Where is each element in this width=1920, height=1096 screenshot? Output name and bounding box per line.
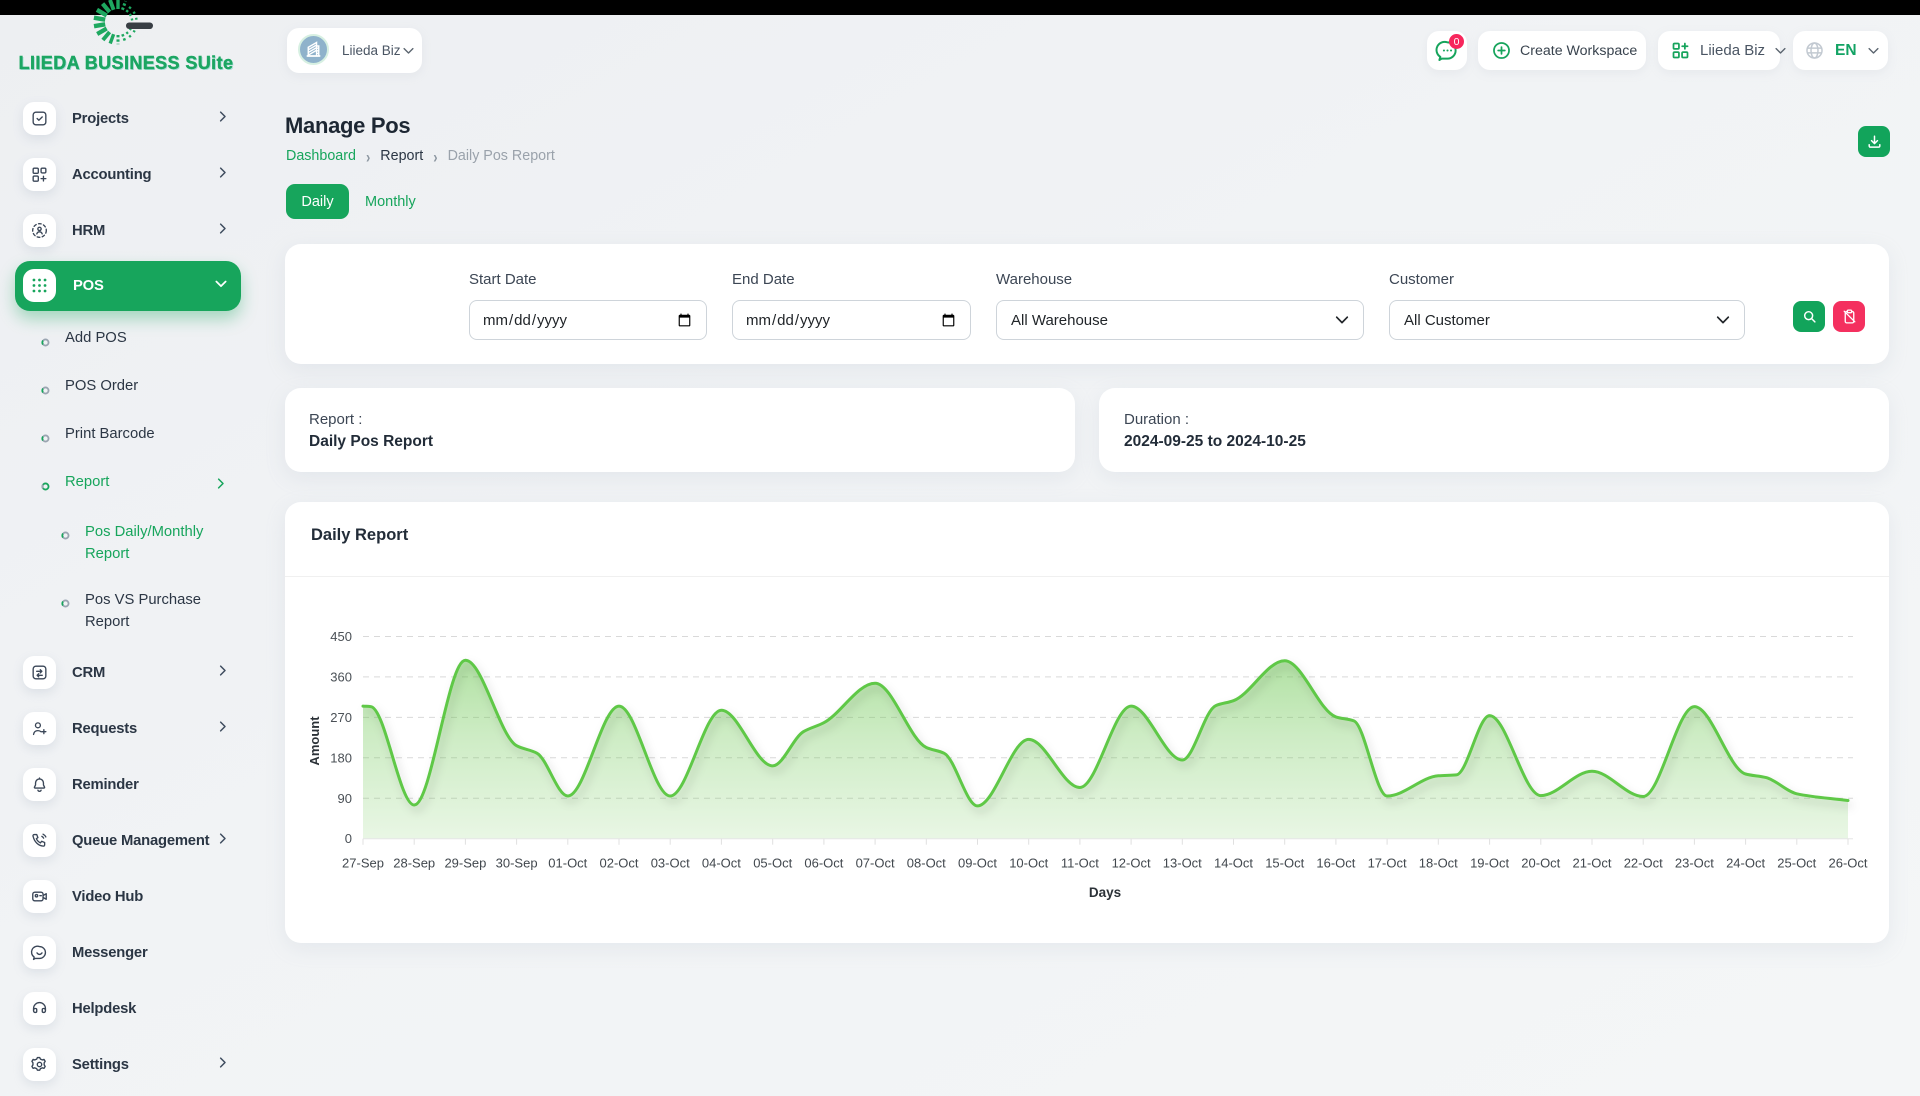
svg-text:19-Oct: 19-Oct (1470, 856, 1509, 871)
svg-text:25-Oct: 25-Oct (1777, 856, 1816, 871)
svg-text:Days: Days (1089, 885, 1121, 900)
svg-text:07-Oct: 07-Oct (856, 856, 895, 871)
svg-text:16-Oct: 16-Oct (1316, 856, 1355, 871)
svg-text:180: 180 (330, 750, 352, 765)
svg-text:270: 270 (330, 710, 352, 725)
svg-text:02-Oct: 02-Oct (599, 856, 638, 871)
svg-text:13-Oct: 13-Oct (1163, 856, 1202, 871)
svg-text:90: 90 (338, 791, 352, 806)
svg-text:450: 450 (330, 629, 352, 644)
svg-text:08-Oct: 08-Oct (907, 856, 946, 871)
svg-text:12-Oct: 12-Oct (1112, 856, 1151, 871)
svg-text:18-Oct: 18-Oct (1419, 856, 1458, 871)
svg-text:0: 0 (345, 831, 352, 846)
svg-text:Amount: Amount (307, 716, 322, 766)
svg-text:26-Oct: 26-Oct (1828, 856, 1867, 871)
svg-text:01-Oct: 01-Oct (548, 856, 587, 871)
svg-text:15-Oct: 15-Oct (1265, 856, 1304, 871)
svg-text:03-Oct: 03-Oct (651, 856, 690, 871)
svg-text:360: 360 (330, 669, 352, 684)
svg-text:14-Oct: 14-Oct (1214, 856, 1253, 871)
svg-text:11-Oct: 11-Oct (1061, 856, 1099, 871)
svg-text:28-Sep: 28-Sep (393, 856, 435, 871)
svg-text:20-Oct: 20-Oct (1521, 856, 1560, 871)
svg-text:23-Oct: 23-Oct (1675, 856, 1714, 871)
svg-text:21-Oct: 21-Oct (1572, 856, 1611, 871)
svg-text:22-Oct: 22-Oct (1624, 856, 1663, 871)
svg-text:24-Oct: 24-Oct (1726, 856, 1765, 871)
svg-text:17-Oct: 17-Oct (1368, 856, 1407, 871)
svg-text:05-Oct: 05-Oct (753, 856, 792, 871)
svg-text:09-Oct: 09-Oct (958, 856, 997, 871)
svg-text:10-Oct: 10-Oct (1009, 856, 1048, 871)
svg-text:30-Sep: 30-Sep (496, 856, 538, 871)
svg-text:27-Sep: 27-Sep (342, 856, 384, 871)
svg-text:29-Sep: 29-Sep (444, 856, 486, 871)
svg-text:04-Oct: 04-Oct (702, 856, 741, 871)
svg-text:06-Oct: 06-Oct (804, 856, 843, 871)
